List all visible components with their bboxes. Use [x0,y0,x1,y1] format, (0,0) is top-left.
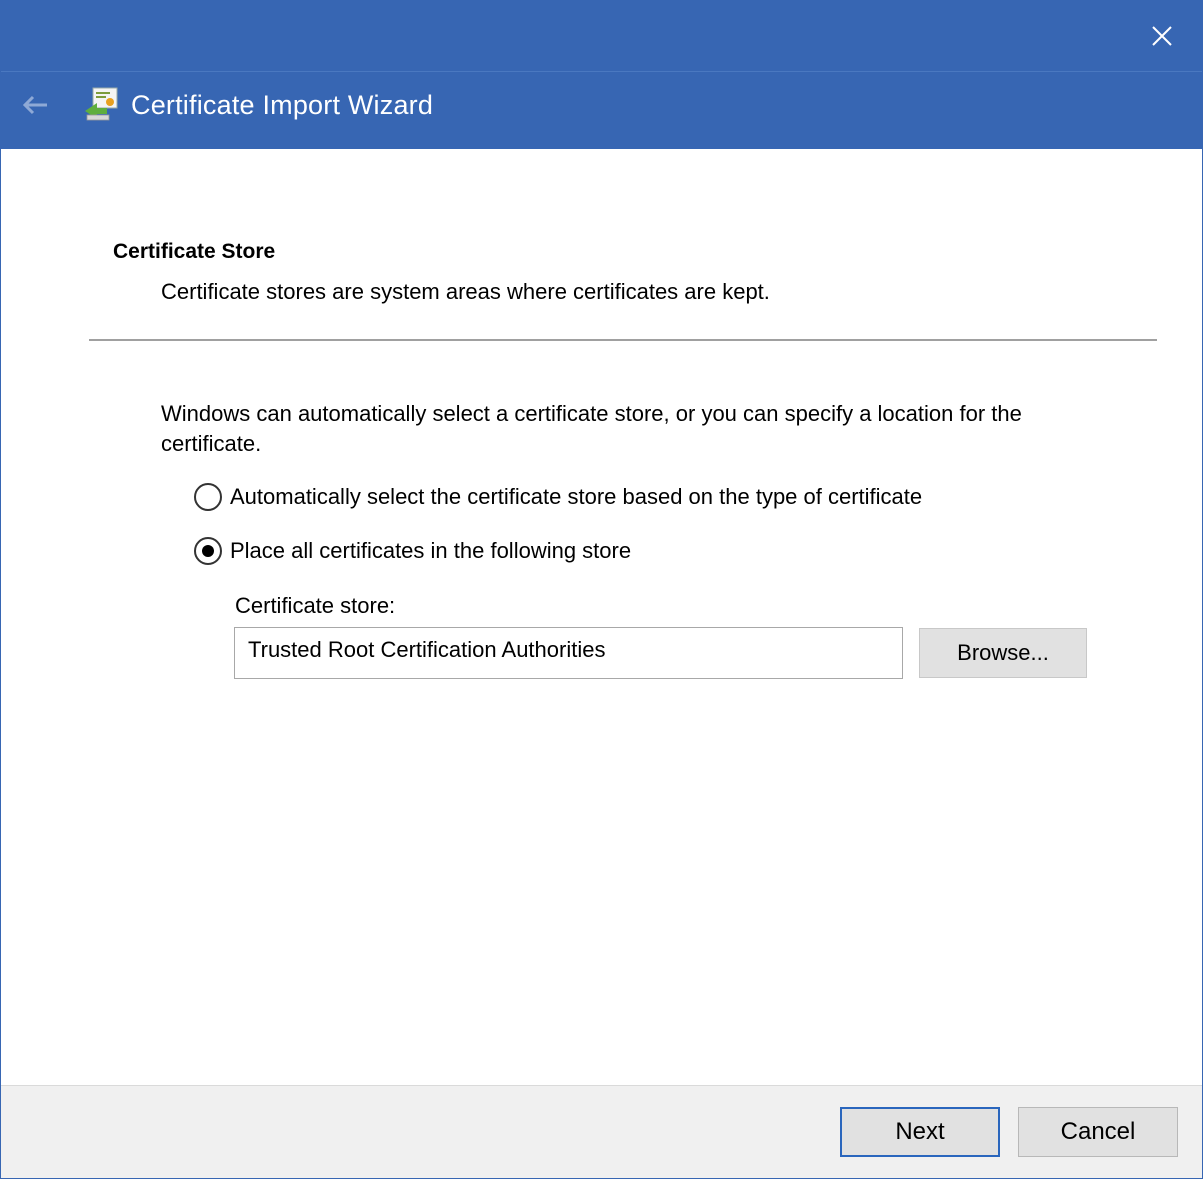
auto-select-store-option[interactable]: Automatically select the certificate sto… [194,483,922,511]
close-icon [1152,26,1172,46]
page-subheading: Certificate stores are system areas wher… [161,279,770,304]
auto-select-store-label: Automatically select the certificate sto… [230,484,923,509]
title-bar: Certificate Import Wizard [1,1,1202,149]
page-heading: Certificate Store [113,240,276,263]
cancel-button[interactable]: Cancel [1018,1107,1178,1157]
header-divider [89,339,1157,341]
close-button[interactable] [1122,1,1202,71]
radio-button-unchecked[interactable] [194,483,222,511]
certificate-store-field[interactable]: Trusted Root Certification Authorities [234,627,903,679]
page-description: Windows can automatically select a certi… [161,401,1022,456]
radio-button-checked[interactable] [194,537,222,565]
back-button[interactable] [15,85,55,125]
certificate-import-wizard-window: Certificate Import Wizard Certificate St… [0,0,1203,1179]
certificate-store-label: Certificate store: [235,593,396,618]
place-in-store-label: Place all certificates in the following … [230,538,632,563]
place-in-store-option[interactable]: Place all certificates in the following … [194,537,631,565]
wizard-title: Certificate Import Wizard [131,90,434,120]
footer-bar: Next Cancel [1,1085,1202,1178]
certificate-wizard-icon [85,87,118,121]
browse-button[interactable]: Browse... [919,628,1087,678]
next-button[interactable]: Next [840,1107,1000,1157]
title-bar-divider [1,71,1202,72]
back-arrow-icon [22,95,47,115]
